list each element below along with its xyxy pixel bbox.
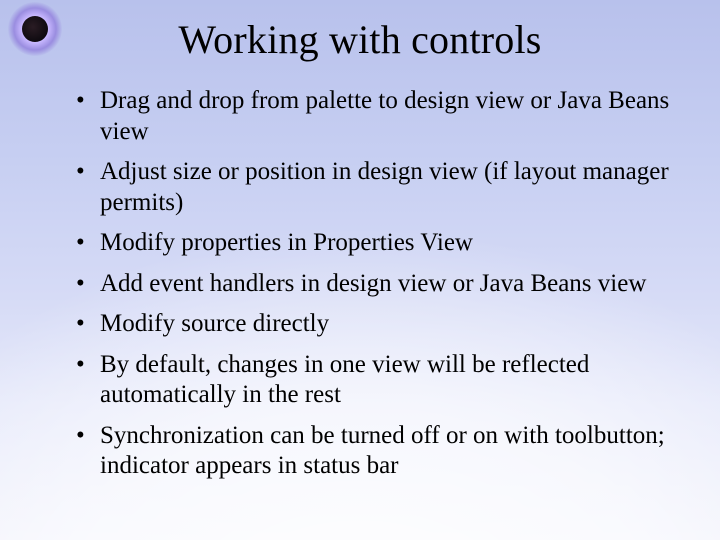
list-item: Drag and drop from palette to design vie… [76,86,676,147]
bullet-text: By default, changes in one view will be … [100,351,589,409]
slide-body: Drag and drop from palette to design vie… [76,86,676,492]
list-item: Modify source directly [76,309,676,340]
slide: Working with controls Drag and drop from… [0,0,720,540]
bullet-text: Adjust size or position in design view (… [100,158,669,216]
bullet-text: Drag and drop from palette to design vie… [100,87,669,145]
list-item: Add event handlers in design view or Jav… [76,269,676,300]
bullet-list: Drag and drop from palette to design vie… [76,86,676,482]
list-item: Modify properties in Properties View [76,228,676,259]
bullet-text: Modify properties in Properties View [100,229,473,256]
bullet-text: Add event handlers in design view or Jav… [100,270,646,297]
list-item: Adjust size or position in design view (… [76,157,676,218]
bullet-text: Synchronization can be turned off or on … [100,422,665,480]
list-item: Synchronization can be turned off or on … [76,421,676,482]
bullet-text: Modify source directly [100,310,329,337]
list-item: By default, changes in one view will be … [76,350,676,411]
slide-title: Working with controls [0,16,720,63]
